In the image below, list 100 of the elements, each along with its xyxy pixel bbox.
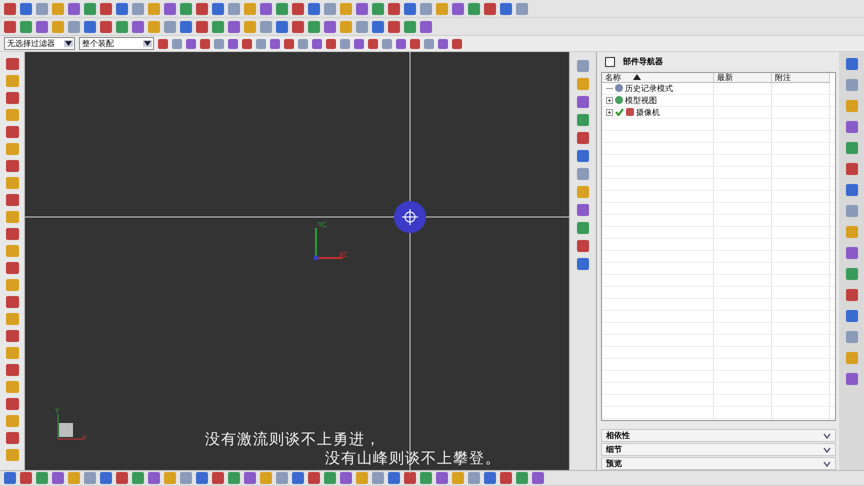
tool-icon[interactable] [164,2,176,14]
tool-icon[interactable] [340,20,352,32]
tool-icon[interactable] [308,20,320,32]
tool-icon[interactable] [6,211,18,223]
tool-icon[interactable] [6,245,18,257]
tool-icon[interactable] [6,415,18,427]
collapsible-section-header[interactable]: 相依性 [601,429,836,442]
tool-icon[interactable] [84,20,96,32]
tree-item[interactable]: 摄像机 [636,106,660,118]
tool-icon[interactable] [500,472,512,484]
tool-icon[interactable] [180,2,192,14]
tool-icon[interactable] [292,20,304,32]
tool-icon[interactable] [276,20,288,32]
tool-icon[interactable] [6,143,18,155]
tree-item[interactable]: 历史记录模式 [625,82,673,94]
tool-icon[interactable] [388,472,400,484]
tool-icon[interactable] [846,247,858,259]
tool-icon[interactable] [100,472,112,484]
tool-icon[interactable] [6,177,18,189]
tool-icon[interactable] [6,347,18,359]
tool-icon[interactable] [846,163,858,175]
tool-icon[interactable] [516,2,528,14]
tool-icon[interactable] [372,2,384,14]
column-header[interactable]: 附注 [772,72,830,83]
tool-icon[interactable] [484,2,496,14]
tool-icon[interactable] [6,160,18,172]
tool-icon[interactable] [436,472,448,484]
tool-icon[interactable] [6,109,18,121]
tool-icon[interactable] [132,20,144,32]
tool-icon[interactable] [846,184,858,196]
tool-icon[interactable] [100,2,112,14]
collapsible-section-header[interactable]: 预览 [601,457,836,470]
tool-icon[interactable] [6,228,18,240]
tool-icon[interactable] [196,2,208,14]
tool-icon[interactable] [6,398,18,410]
tool-icon[interactable] [244,472,256,484]
tool-icon[interactable] [292,472,304,484]
tool-icon[interactable] [228,20,240,32]
tool-icon[interactable] [212,2,224,14]
tool-icon[interactable] [356,2,368,14]
tool-icon[interactable] [577,204,589,216]
tool-icon[interactable] [388,2,400,14]
tool-icon[interactable] [500,2,512,14]
tool-icon[interactable] [324,20,336,32]
tool-icon[interactable] [292,2,304,14]
tool-icon[interactable] [846,205,858,217]
tool-icon[interactable] [6,330,18,342]
tool-icon[interactable] [404,472,416,484]
tool-icon[interactable] [404,2,416,14]
tool-icon[interactable] [404,20,416,32]
tool-icon[interactable] [372,20,384,32]
tool-icon[interactable] [484,472,496,484]
tool-icon[interactable] [308,2,320,14]
tool-icon[interactable] [116,472,128,484]
tool-icon[interactable] [420,2,432,14]
column-header[interactable]: 最新 [714,72,772,83]
tool-icon[interactable] [148,2,160,14]
tool-icon[interactable] [6,296,18,308]
tool-icon[interactable] [164,20,176,32]
tool-icon[interactable] [36,2,48,14]
tool-icon[interactable] [6,432,18,444]
tool-icon[interactable] [196,472,208,484]
tool-icon[interactable] [6,364,18,376]
tool-icon[interactable] [100,20,112,32]
tool-icon[interactable] [6,262,18,274]
tool-icon[interactable] [4,20,16,32]
tool-icon[interactable] [846,373,858,385]
tool-icon[interactable] [116,2,128,14]
tool-icon[interactable] [846,58,858,70]
tool-icon[interactable] [340,2,352,14]
tool-icon[interactable] [846,331,858,343]
tree-item[interactable]: 模型视图 [625,94,657,106]
tool-icon[interactable] [84,2,96,14]
tool-icon[interactable] [388,20,400,32]
tool-icon[interactable] [308,472,320,484]
expand-toggle-icon[interactable] [606,108,613,116]
tool-icon[interactable] [52,20,64,32]
tool-icon[interactable] [846,142,858,154]
tool-icon[interactable] [846,268,858,280]
tool-icon[interactable] [452,2,464,14]
tool-icon[interactable] [180,20,192,32]
filter-dropdown[interactable]: 整个装配 [79,37,154,50]
tool-icon[interactable] [36,20,48,32]
tool-icon[interactable] [420,20,432,32]
tool-icon[interactable] [4,472,16,484]
panel-pin-icon[interactable] [605,56,615,67]
tool-icon[interactable] [212,20,224,32]
tool-icon[interactable] [68,2,80,14]
tool-icon[interactable] [436,2,448,14]
tool-icon[interactable] [20,2,32,14]
tool-icon[interactable] [228,2,240,14]
filter-dropdown[interactable]: 无选择过滤器 [4,37,75,50]
tool-icon[interactable] [532,472,544,484]
tool-icon[interactable] [244,20,256,32]
tool-icon[interactable] [276,2,288,14]
tool-icon[interactable] [324,2,336,14]
column-header[interactable]: 名称 [602,72,714,83]
tool-icon[interactable] [52,2,64,14]
tool-icon[interactable] [132,2,144,14]
tool-icon[interactable] [116,20,128,32]
